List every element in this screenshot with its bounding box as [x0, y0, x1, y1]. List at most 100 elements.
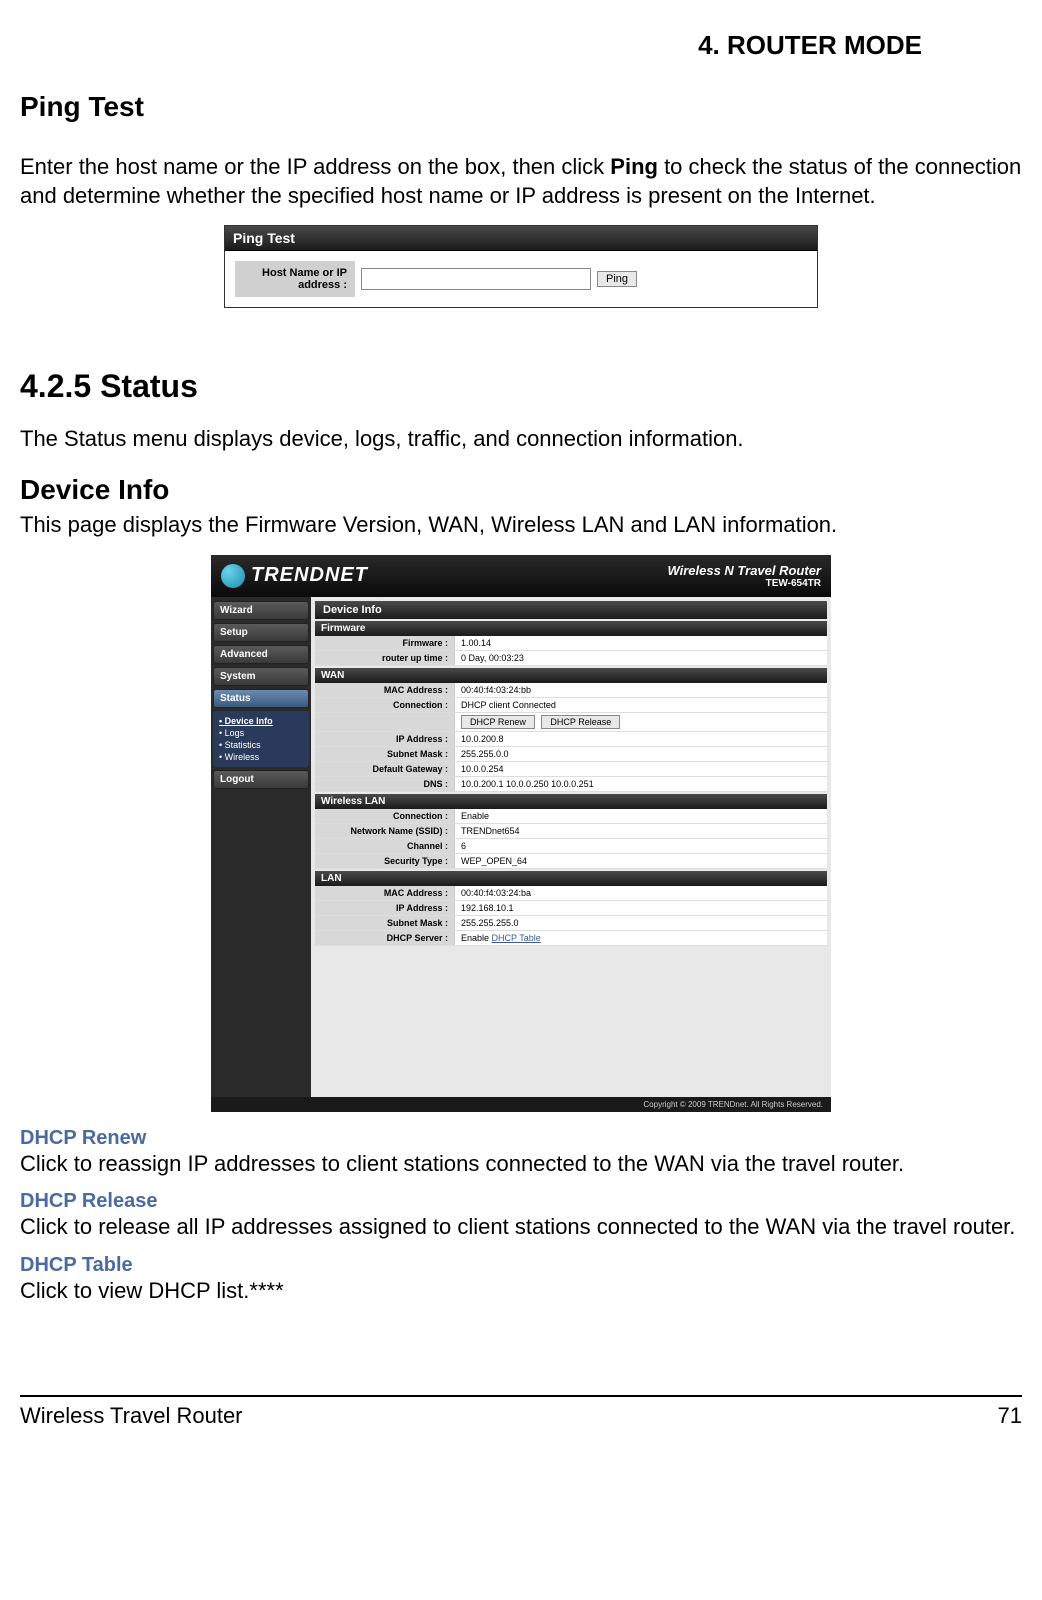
- dhcp-table-link[interactable]: DHCP Table: [492, 933, 541, 943]
- status-submenu: Device Info Logs Statistics Wireless: [213, 711, 309, 767]
- admin-body: Wizard Setup Advanced System Status Devi…: [211, 597, 831, 1097]
- dhcp-release-text: Click to release all IP addresses assign…: [20, 1213, 1022, 1242]
- wlan-header: Wireless LAN: [315, 794, 827, 809]
- device-info-screenshot: TRENDNET Wireless N Travel Router TEW-65…: [211, 555, 831, 1112]
- wan-label-3: IP Address :: [315, 732, 455, 746]
- sidebar: Wizard Setup Advanced System Status Devi…: [211, 597, 311, 1097]
- host-input[interactable]: [361, 268, 591, 290]
- ping-test-description: Enter the host name or the IP address on…: [20, 153, 1022, 210]
- firmware-label-1: router up time :: [315, 651, 455, 665]
- wan-value-1: DHCP client Connected: [455, 698, 827, 712]
- host-label: Host Name or IP address :: [235, 261, 355, 297]
- lan-value-1: 192.168.10.1: [455, 901, 827, 915]
- lan-value-2: 255.255.255.0: [455, 916, 827, 930]
- nav-advanced[interactable]: Advanced: [213, 645, 309, 664]
- firmware-label-0: Firmware :: [315, 636, 455, 650]
- copyright-bar: Copyright © 2009 TRENDnet. All Rights Re…: [211, 1097, 831, 1112]
- page-footer: Wireless Travel Router 71: [20, 1395, 1022, 1429]
- lan-row-1: IP Address : 192.168.10.1: [315, 901, 827, 916]
- submenu-wireless[interactable]: Wireless: [219, 751, 303, 763]
- nav-logout[interactable]: Logout: [213, 770, 309, 789]
- wan-row-4: Subnet Mask : 255.255.0.0: [315, 747, 827, 762]
- wan-value-5: 10.0.0.254: [455, 762, 827, 776]
- product-model: TEW-654TR: [667, 578, 821, 589]
- device-info-description: This page displays the Firmware Version,…: [20, 511, 1022, 540]
- wan-label-4: Subnet Mask :: [315, 747, 455, 761]
- lan-label-0: MAC Address :: [315, 886, 455, 900]
- firmware-header: Firmware: [315, 621, 827, 636]
- chapter-header: 4. ROUTER MODE: [20, 30, 1022, 61]
- wlan-value-2: 6: [455, 839, 827, 853]
- firmware-row-1: router up time : 0 Day, 00:03:23: [315, 651, 827, 666]
- brand-text: TRENDNET: [251, 564, 368, 587]
- ping-desc-pre: Enter the host name or the IP address on…: [20, 154, 610, 179]
- lan-row-3: DHCP Server : Enable DHCP Table: [315, 931, 827, 946]
- wan-row-buttons: DHCP Renew DHCP Release: [315, 713, 827, 732]
- wan-row-6: DNS : 10.0.200.1 10.0.0.250 10.0.0.251: [315, 777, 827, 792]
- ping-desc-bold: Ping: [610, 154, 658, 179]
- footer-left: Wireless Travel Router: [20, 1403, 243, 1429]
- wlan-label-1: Network Name (SSID) :: [315, 824, 455, 838]
- wlan-row-3: Security Type : WEP_OPEN_64: [315, 854, 827, 869]
- status-heading: 4.2.5 Status: [20, 368, 1022, 405]
- wan-value-4: 255.255.0.0: [455, 747, 827, 761]
- dhcp-renew-term: DHCP Renew: [20, 1127, 1022, 1150]
- ping-test-heading: Ping Test: [20, 91, 1022, 123]
- lan-value-0: 00:40:f4:03:24:ba: [455, 886, 827, 900]
- wlan-value-0: Enable: [455, 809, 827, 823]
- dhcp-renew-button[interactable]: DHCP Renew: [461, 715, 535, 729]
- wlan-label-2: Channel :: [315, 839, 455, 853]
- main-content: Device Info Firmware Firmware : 1.00.14 …: [311, 597, 831, 1097]
- status-description: The Status menu displays device, logs, t…: [20, 425, 1022, 454]
- trendnet-logo: TRENDNET: [221, 564, 368, 588]
- dhcp-table-term: DHCP Table: [20, 1254, 1022, 1277]
- wan-row-5: Default Gateway : 10.0.0.254: [315, 762, 827, 777]
- product-info: Wireless N Travel Router TEW-654TR: [667, 563, 821, 589]
- lan-label-1: IP Address :: [315, 901, 455, 915]
- lan-label-2: Subnet Mask :: [315, 916, 455, 930]
- wlan-label-3: Security Type :: [315, 854, 455, 868]
- wan-label-0: MAC Address :: [315, 683, 455, 697]
- wan-row-3: IP Address : 10.0.200.8: [315, 732, 827, 747]
- nav-system[interactable]: System: [213, 667, 309, 686]
- dhcp-release-term: DHCP Release: [20, 1190, 1022, 1213]
- wlan-row-1: Network Name (SSID) : TRENDnet654: [315, 824, 827, 839]
- wan-label-buttons: [315, 713, 455, 731]
- wan-label-6: DNS :: [315, 777, 455, 791]
- logo-icon: [221, 564, 245, 588]
- wlan-row-0: Connection : Enable: [315, 809, 827, 824]
- submenu-device-info[interactable]: Device Info: [219, 715, 303, 727]
- firmware-value-1: 0 Day, 00:03:23: [455, 651, 827, 665]
- product-name: Wireless N Travel Router: [667, 563, 821, 578]
- wan-label-1: Connection :: [315, 698, 455, 712]
- dhcp-release-button[interactable]: DHCP Release: [541, 715, 620, 729]
- wan-row-0: MAC Address : 00:40:f4:03:24:bb: [315, 683, 827, 698]
- footer-right: 71: [998, 1403, 1022, 1429]
- wan-value-0: 00:40:f4:03:24:bb: [455, 683, 827, 697]
- nav-status[interactable]: Status: [213, 689, 309, 708]
- wan-header: WAN: [315, 668, 827, 683]
- lan-header: LAN: [315, 871, 827, 886]
- submenu-statistics[interactable]: Statistics: [219, 739, 303, 751]
- wan-value-6: 10.0.200.1 10.0.0.250 10.0.0.251: [455, 777, 827, 791]
- ping-button[interactable]: Ping: [597, 271, 637, 287]
- lan-row-0: MAC Address : 00:40:f4:03:24:ba: [315, 886, 827, 901]
- device-info-panel-header: Device Info: [315, 601, 827, 619]
- wlan-row-2: Channel : 6: [315, 839, 827, 854]
- lan-label-3: DHCP Server :: [315, 931, 455, 945]
- nav-setup[interactable]: Setup: [213, 623, 309, 642]
- wan-row-1: Connection : DHCP client Connected: [315, 698, 827, 713]
- wan-label-5: Default Gateway :: [315, 762, 455, 776]
- nav-wizard[interactable]: Wizard: [213, 601, 309, 620]
- wlan-value-3: WEP_OPEN_64: [455, 854, 827, 868]
- firmware-row-0: Firmware : 1.00.14: [315, 636, 827, 651]
- wan-buttons-cell: DHCP Renew DHCP Release: [455, 713, 827, 731]
- wan-value-3: 10.0.200.8: [455, 732, 827, 746]
- submenu-logs[interactable]: Logs: [219, 727, 303, 739]
- lan-value-3: Enable DHCP Table: [455, 931, 827, 945]
- firmware-value-0: 1.00.14: [455, 636, 827, 650]
- ping-panel-body: Host Name or IP address : Ping: [225, 251, 817, 307]
- dhcp-renew-text: Click to reassign IP addresses to client…: [20, 1150, 1022, 1179]
- admin-header: TRENDNET Wireless N Travel Router TEW-65…: [211, 555, 831, 597]
- ping-panel-header: Ping Test: [225, 226, 817, 251]
